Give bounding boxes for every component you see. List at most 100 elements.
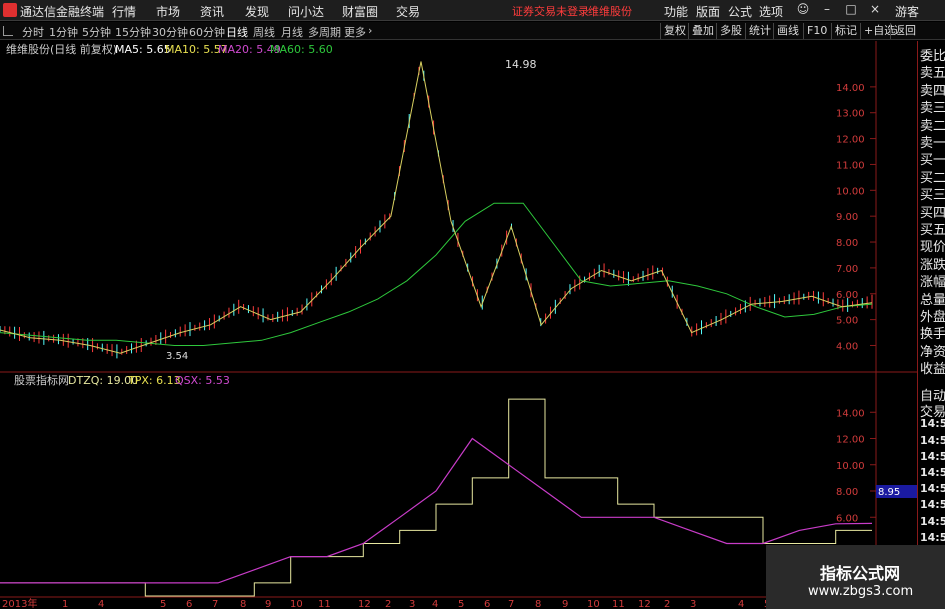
main-tick-label: 8.00 (836, 238, 858, 249)
x-axis-label: 7 (508, 599, 514, 609)
menu-jiaoyi[interactable]: 交易 (396, 3, 420, 20)
title-bar: 通达信金融终端 行情 市场 资讯 发现 问小达 财富圈 交易 证券交易未登录 维… (0, 0, 945, 21)
main-tick-label: 11.00 (836, 160, 865, 171)
minimize-icon[interactable]: – (816, 2, 838, 18)
maximize-icon[interactable]: □ (840, 2, 862, 18)
quote-panel-item: 14:56 (920, 530, 945, 544)
main-tick-label: 4.00 (836, 341, 858, 352)
menu-gongneng[interactable]: 功能 (664, 3, 688, 20)
quote-panel-item: 14:56 (920, 449, 945, 463)
quote-panel-item: 卖五 (920, 66, 945, 82)
x-axis-label: 5 (458, 599, 464, 609)
stock-link[interactable]: 维维股份 (588, 3, 632, 19)
qsx-legend: QSX: 5.53 (175, 374, 230, 387)
menu-shichang[interactable]: 市场 (156, 3, 180, 20)
app-logo-icon (3, 3, 17, 17)
main-tick-label: 6.00 (836, 290, 858, 301)
x-axis-label: 2013年 (2, 597, 37, 609)
menu-zixun[interactable]: 资讯 (200, 3, 224, 20)
x-axis-label: 11 (318, 599, 331, 609)
period-60min[interactable]: 60分钟 (189, 24, 225, 40)
close-icon[interactable]: × (864, 2, 886, 18)
sub-tick-label: 10.00 (836, 461, 865, 472)
period-5min[interactable]: 5分钟 (82, 24, 111, 40)
main-tick-label: 10.00 (836, 186, 865, 197)
period-fenshi[interactable]: 分时 (22, 24, 44, 40)
kline-chart[interactable]: 14.00 13.00 12.00 11.00 10.00 9.00 8.00 7.00 6.0… (0, 41, 917, 609)
x-axis-label: 11 (612, 599, 625, 609)
back-button[interactable]: 返回 (890, 23, 919, 39)
quote-panel-item: 委比 (920, 49, 945, 64)
huaxian-button[interactable]: 画线 (773, 23, 802, 39)
x-axis-label: 2 (664, 599, 670, 609)
x-axis-label: 10 (290, 599, 303, 609)
menu-banmian[interactable]: 版面 (696, 3, 720, 20)
biaoji-button[interactable]: 标记 (831, 23, 860, 39)
quote-panel-item: 买一 (920, 153, 945, 169)
main-tick-label: 14.00 (836, 83, 865, 94)
duogu-button[interactable]: 多股 (716, 23, 745, 39)
quote-panel-item: 14:56 (920, 433, 945, 447)
period-15min[interactable]: 15分钟 (115, 24, 151, 40)
peak-label: 14.98 (505, 58, 537, 71)
main-tick-label: 9.00 (836, 212, 858, 223)
login-notice[interactable]: 证券交易未登录 (512, 3, 589, 19)
period-1min[interactable]: 1分钟 (49, 24, 78, 40)
low-label: 3.54 (166, 351, 188, 362)
quote-panel-item: 买二 (920, 170, 945, 186)
quote-panel-item: 14:56 (920, 498, 945, 512)
quote-panel-item: 14:56 (920, 514, 945, 528)
menu-xuanxiang[interactable]: 选项 (759, 3, 783, 20)
period-multi[interactable]: 多周期 (308, 24, 341, 40)
x-axis-label: 9 (562, 599, 568, 609)
candles-layer (0, 66, 873, 359)
quote-panel-item: 14:56 (920, 417, 945, 431)
quote-panel-item: 卖二 (920, 118, 945, 134)
chevron-right-icon[interactable]: › (368, 24, 372, 37)
period-weekly[interactable]: 周线 (253, 24, 275, 40)
menu-wenxiaoda[interactable]: 问小达 (288, 3, 324, 20)
menu-hangqing[interactable]: 行情 (112, 3, 136, 20)
menu-gongshi[interactable]: 公式 (728, 3, 752, 20)
x-axis-label: 8 (240, 599, 246, 609)
main-tick-label: 7.00 (836, 264, 858, 275)
sub-legend-name: 股票指标网 (14, 373, 69, 387)
tongji-button[interactable]: 统计 (745, 23, 774, 39)
menu-caifuquan[interactable]: 财富圈 (342, 3, 378, 20)
quote-panel-item: 涨跌 (920, 257, 945, 273)
quote-panel-item: 卖三 (920, 101, 945, 117)
f10-button[interactable]: F10 (803, 23, 830, 39)
dtzq-line (0, 398, 872, 597)
quote-panel-item: 买五 (920, 223, 945, 238)
ma5-legend: MA5: 5.65 (115, 43, 171, 56)
period-daily[interactable]: 日线 (226, 24, 248, 40)
x-axis-label: 2 (385, 599, 391, 609)
quote-panel-item: 净资 (920, 344, 945, 360)
app-title: 通达信金融终端 (20, 5, 105, 19)
diejia-button[interactable]: 叠加 (688, 23, 717, 39)
sidebar-toggle-icon[interactable] (3, 26, 13, 36)
sub-tick-label: 6.00 (836, 513, 858, 524)
main-tick-label: 12.00 (836, 135, 865, 146)
x-axis-label: 7 (212, 599, 218, 609)
x-axis-label: 4 (738, 599, 744, 609)
quote-panel-item: 换手 (920, 327, 945, 343)
quote-panel-item: 外盘 (920, 310, 945, 325)
x-axis-label: 10 (587, 599, 600, 609)
quote-panel-item: 收益 (920, 362, 945, 378)
period-monthly[interactable]: 月线 (281, 24, 303, 40)
ma60-line (0, 202, 873, 346)
help-icon[interactable]: ☺ (792, 2, 814, 18)
period-30min[interactable]: 30分钟 (152, 24, 188, 40)
x-axis-label: 3 (690, 599, 696, 609)
period-toolbar: 分时 1分钟 5分钟 15分钟 30分钟 60分钟 日线 周线 月线 多周期 更… (0, 22, 945, 40)
x-axis-label: 6 (484, 599, 490, 609)
fuquan-button[interactable]: 复权 (660, 23, 689, 39)
quote-panel-item: 买四 (920, 205, 945, 221)
quote-panel-item: 14:56 (920, 482, 945, 496)
user-label[interactable]: 游客 (895, 3, 919, 20)
quote-panel-item: 卖一 (920, 136, 945, 151)
period-more[interactable]: 更多 (344, 24, 366, 40)
main-tick-label: 13.00 (836, 109, 865, 120)
menu-faxian[interactable]: 发现 (245, 3, 269, 20)
